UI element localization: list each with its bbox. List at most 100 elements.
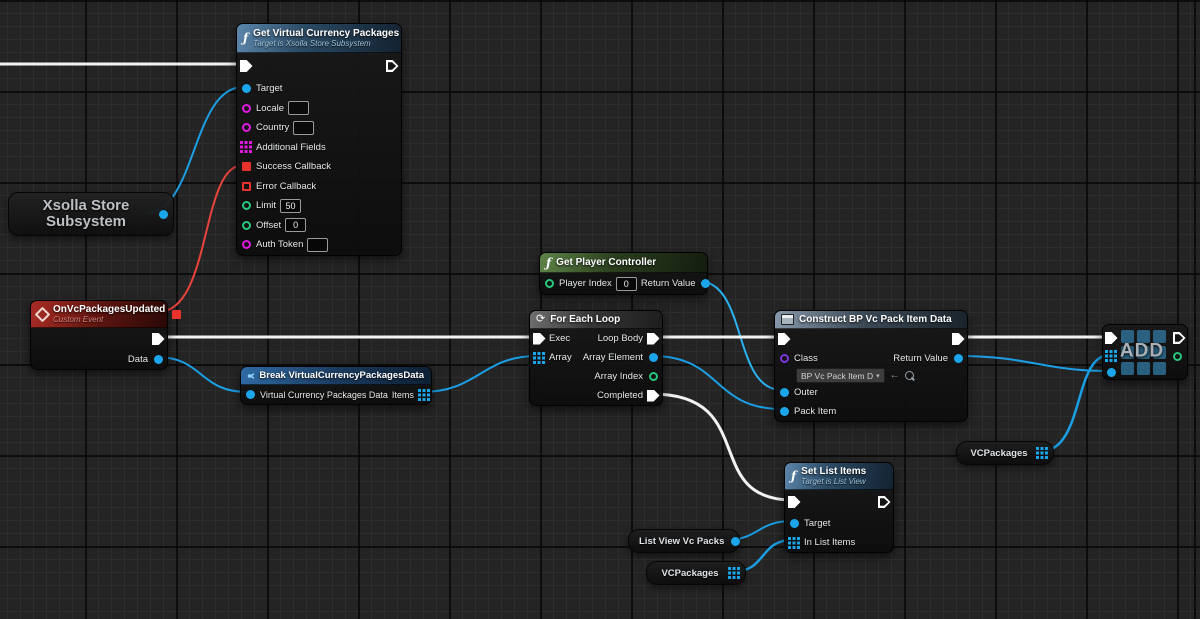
- class-pin[interactable]: [778, 353, 790, 365]
- limit-value-box[interactable]: 50: [280, 199, 301, 213]
- pack-item-pin[interactable]: [778, 406, 790, 418]
- element-in-pin[interactable]: [1105, 366, 1117, 378]
- function-icon: ƒ: [546, 257, 551, 269]
- chevron-down-icon: ▾: [876, 372, 880, 380]
- exec-in-pin[interactable]: [778, 333, 790, 345]
- pin-label: Offset: [256, 220, 281, 231]
- node-get-player-controller[interactable]: ƒ Get Player Controller Player Index0 Re…: [539, 252, 708, 295]
- locale-pin[interactable]: [240, 102, 252, 114]
- pin-label: Loop Body: [598, 333, 643, 344]
- node-list-view-vc-packs-get[interactable]: List View Vc Packs: [628, 529, 740, 553]
- exec-in-pin[interactable]: [533, 333, 545, 345]
- exec-out-pin[interactable]: [386, 60, 398, 72]
- index-out-pin[interactable]: [1171, 350, 1183, 362]
- error-callback-pin[interactable]: [240, 180, 252, 192]
- node-break-virtual-currency-packages-data[interactable]: Break VirtualCurrencyPackagesData Virtua…: [240, 366, 432, 405]
- wire-completed-to-setlistitems[interactable]: [652, 394, 793, 500]
- node-subtitle: Custom Event: [53, 315, 165, 324]
- pin-label: Error Callback: [256, 181, 316, 192]
- exec-out-pin[interactable]: [878, 496, 890, 508]
- node-construct-bp-vc-pack-item-data[interactable]: Construct BP Vc Pack Item Data Class Ret…: [774, 310, 968, 422]
- pin-label: Array: [549, 352, 572, 363]
- return-value-pin[interactable]: [700, 278, 712, 290]
- delegate-pin[interactable]: [170, 308, 182, 320]
- node-vcpackages-get-bottom[interactable]: VCPackages: [646, 561, 746, 585]
- success-callback-pin[interactable]: [240, 161, 252, 173]
- node-subtitle: Target is Xsolla Store Subsystem: [253, 39, 399, 48]
- subsystem-out-pin[interactable]: [157, 208, 169, 220]
- array-index-pin[interactable]: [647, 371, 659, 383]
- node-header: ƒ Set List Items Target is List View: [785, 463, 893, 490]
- auth-token-value-box[interactable]: [307, 238, 328, 252]
- country-value-box[interactable]: [293, 121, 314, 135]
- completed-pin[interactable]: [647, 390, 659, 402]
- offset-pin[interactable]: [240, 219, 252, 231]
- outer-pin[interactable]: [778, 387, 790, 399]
- wire-items-to-array[interactable]: [422, 356, 537, 392]
- exec-in-pin[interactable]: [240, 60, 252, 72]
- offset-value-box[interactable]: 0: [285, 218, 306, 232]
- auth-token-pin[interactable]: [240, 239, 252, 251]
- pin-label: Exec: [549, 333, 570, 344]
- pin-label: Success Callback: [256, 161, 331, 172]
- variable-title: VCPackages: [967, 448, 1031, 459]
- exec-in-pin[interactable]: [788, 496, 800, 508]
- array-element-pin[interactable]: [647, 352, 659, 364]
- node-set-list-items[interactable]: ƒ Set List Items Target is List View Tar…: [784, 462, 894, 553]
- array-in-pin[interactable]: [1105, 350, 1117, 362]
- node-title: Construct BP Vc Pack Item Data: [799, 314, 952, 325]
- wire-element-to-packitem[interactable]: [652, 356, 782, 409]
- node-on-vc-packages-updated[interactable]: OnVcPackagesUpdated Custom Event Data: [30, 300, 168, 370]
- country-pin[interactable]: [240, 122, 252, 134]
- browse-class-icon[interactable]: [905, 371, 914, 380]
- node-title: OnVcPackagesUpdated: [53, 304, 165, 316]
- exec-in-pin[interactable]: [1105, 332, 1117, 344]
- player-index-value-box[interactable]: 0: [616, 277, 637, 291]
- exec-out-pin[interactable]: [152, 333, 164, 345]
- data-out-pin[interactable]: [152, 354, 164, 366]
- node-for-each-loop[interactable]: ⟳ For Each Loop Exec Loop Body Array Arr…: [529, 310, 663, 406]
- variable-title: VCPackages: [657, 568, 723, 579]
- in-list-items-pin[interactable]: [788, 537, 800, 549]
- variable-title: List View Vc Packs: [639, 536, 724, 547]
- target-pin[interactable]: [788, 518, 800, 530]
- wire-controller-to-outer[interactable]: [698, 281, 782, 390]
- wire-vcpackages-to-add-array[interactable]: [1039, 355, 1110, 452]
- node-xsolla-store-subsystem[interactable]: Xsolla Store Subsystem: [8, 192, 174, 236]
- exec-out-pin[interactable]: [952, 333, 964, 345]
- array-in-pin[interactable]: [533, 352, 545, 364]
- node-vcpackages-get-top[interactable]: VCPackages: [956, 441, 1054, 465]
- pin-label: Data: [128, 354, 148, 365]
- wire-returnvalue-to-add[interactable]: [958, 356, 1110, 371]
- return-value-pin[interactable]: [952, 353, 964, 365]
- vcpackages-out-pin[interactable]: [1036, 447, 1048, 459]
- pin-label: Target: [256, 83, 282, 94]
- reset-to-default-icon[interactable]: ←: [890, 371, 900, 381]
- additional-fields-pin[interactable]: [240, 141, 252, 153]
- locale-value-box[interactable]: [288, 101, 309, 115]
- wire-data-to-break[interactable]: [156, 357, 248, 392]
- pin-label: In List Items: [804, 537, 855, 548]
- blueprint-canvas[interactable]: ƒ Get Virtual Currency Packages Target i…: [0, 0, 1200, 619]
- exec-out-pin[interactable]: [1173, 332, 1185, 344]
- class-dropdown[interactable]: BP Vc Pack Item D▾: [796, 368, 885, 383]
- node-array-add[interactable]: ADD: [1102, 324, 1188, 380]
- node-title: Get Player Controller: [556, 257, 656, 268]
- player-index-pin[interactable]: [543, 278, 555, 290]
- node-get-virtual-currency-packages[interactable]: ƒ Get Virtual Currency Packages Target i…: [236, 23, 402, 256]
- wire-success-callback[interactable]: [158, 165, 243, 312]
- loop-body-pin[interactable]: [647, 333, 659, 345]
- struct-in-pin[interactable]: [244, 389, 256, 401]
- variable-title: Xsolla Store Subsystem: [21, 198, 151, 231]
- list-view-out-pin[interactable]: [729, 535, 741, 547]
- node-header: Construct BP Vc Pack Item Data: [775, 311, 967, 329]
- node-header: Break VirtualCurrencyPackagesData: [241, 367, 431, 385]
- target-pin[interactable]: [240, 83, 252, 95]
- pin-label: Country: [256, 122, 289, 133]
- vcpackages-out-pin[interactable]: [728, 567, 740, 579]
- pin-label: Array Element: [583, 352, 643, 363]
- limit-pin[interactable]: [240, 200, 252, 212]
- pin-label: Items: [392, 390, 414, 400]
- items-out-pin[interactable]: [418, 389, 430, 401]
- node-header: ⟳ For Each Loop: [530, 311, 662, 329]
